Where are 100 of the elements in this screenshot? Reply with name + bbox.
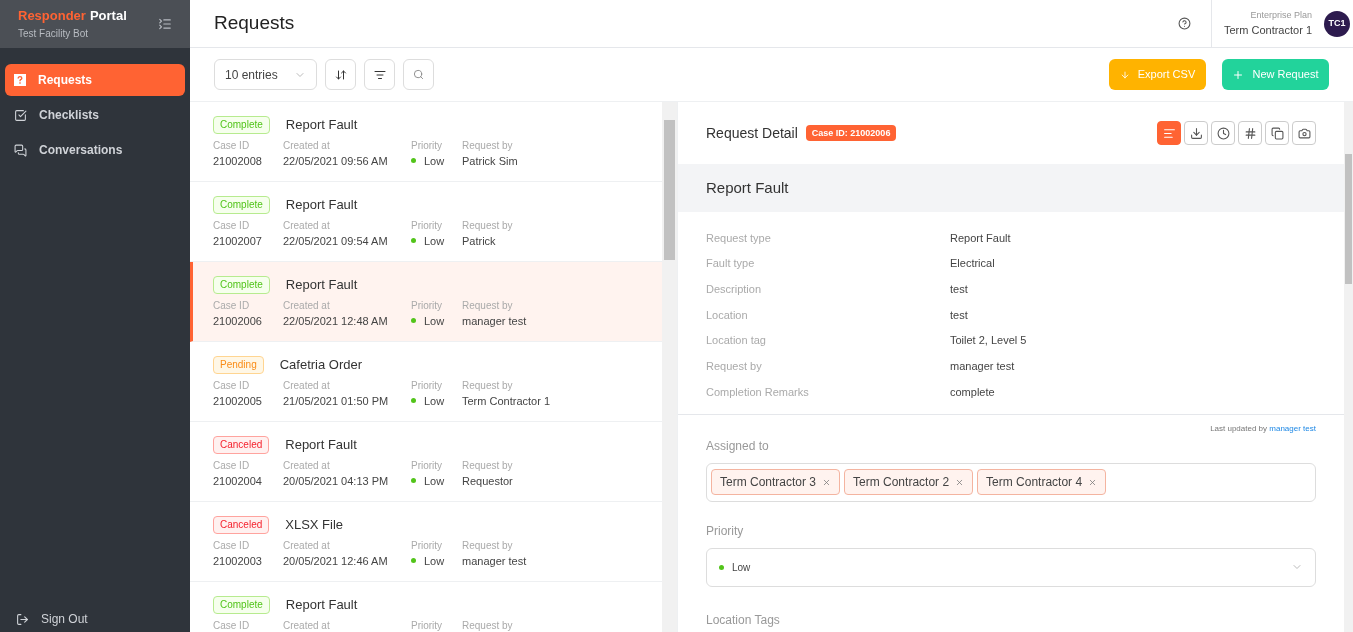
field-label: Request by — [462, 538, 513, 553]
field-label: Created at — [283, 218, 331, 233]
detail-heading: Report Fault — [706, 177, 789, 198]
clock-icon — [1216, 126, 1230, 140]
avatar[interactable]: TC1 — [1324, 10, 1350, 37]
checklist-icon — [14, 108, 27, 122]
last-updated-text: Last updated by manager test — [1210, 422, 1316, 435]
arrow-down-icon — [1119, 69, 1130, 80]
close-icon[interactable] — [1088, 477, 1098, 487]
created-at: 20/05/2021 12:46 AM — [283, 553, 389, 569]
field-label: Case ID — [213, 618, 251, 632]
detail-tab[interactable] — [1211, 121, 1235, 145]
priority-value: Low — [424, 153, 445, 169]
request-title: XLSX File — [285, 516, 344, 534]
search-icon — [413, 69, 424, 80]
requester: Patrick Sim — [462, 153, 518, 169]
close-icon[interactable] — [955, 477, 965, 487]
plan-label: Enterprise Plan — [1250, 8, 1312, 22]
status-badge: Complete — [213, 195, 270, 214]
field-label: Assigned to — [706, 437, 770, 455]
field-label: Request by — [462, 378, 513, 393]
field-label: Request by — [462, 298, 513, 313]
search-button[interactable] — [403, 59, 434, 90]
request-title: Report Fault — [285, 596, 358, 614]
case-id: 21002006 — [213, 313, 263, 329]
request-row[interactable]: Complete Report Fault Case ID Created at Priority Request by 21002006 22/05/2021 12:48 AM Low manager test — [190, 262, 662, 342]
sort-button[interactable] — [325, 59, 356, 90]
field-label: Location Tags — [706, 611, 781, 629]
bot-name: Test Facility Bot — [18, 26, 90, 41]
filter-button[interactable] — [364, 59, 395, 90]
field-label: Request by — [462, 138, 513, 153]
case-id: 21002004 — [213, 473, 263, 489]
priority-value: Low — [424, 313, 445, 329]
detail-title: Request Detail — [706, 123, 798, 143]
created-at: 22/05/2021 09:56 AM — [283, 153, 389, 169]
collapse-icon[interactable] — [158, 17, 172, 31]
user-link[interactable]: manager test — [1269, 423, 1316, 433]
field-value: manager test — [950, 359, 1015, 375]
copy-icon — [1270, 126, 1284, 140]
field-label: Priority — [706, 522, 745, 540]
status-badge: Pending — [213, 355, 264, 374]
status-badge: Canceled — [213, 435, 270, 454]
field-value: test — [950, 281, 968, 297]
requester: Patrick — [462, 233, 496, 249]
nav-item[interactable]: Checklists — [5, 99, 185, 131]
case-id: 21002003 — [213, 553, 263, 569]
priority-value: Low — [732, 560, 751, 575]
sign-out-button[interactable]: Sign Out — [12, 610, 92, 628]
field-label: Request by — [706, 359, 763, 375]
field-label: Priority — [411, 218, 444, 233]
camera-icon — [1297, 126, 1311, 140]
assignee-tag[interactable]: Term Contractor 2 — [844, 469, 974, 496]
detail-tab[interactable] — [1238, 121, 1262, 145]
entries-select[interactable]: 10 entries — [214, 59, 317, 90]
assignee-tag[interactable]: Term Contractor 4 — [977, 469, 1107, 496]
assignee-tag[interactable]: Term Contractor 3 — [711, 469, 841, 496]
field-label: Created at — [283, 538, 331, 553]
requester: manager test — [462, 313, 527, 329]
help-icon[interactable] — [1177, 17, 1191, 30]
assignee-field[interactable]: Term Contractor 3 Term Contractor 2 Term Contractor 4 — [706, 462, 1316, 502]
close-icon[interactable] — [822, 477, 832, 487]
case-id: 21002008 — [213, 153, 263, 169]
user-name: Term Contractor 1 — [1223, 23, 1312, 38]
filter-icon — [373, 68, 386, 81]
created-at: 22/05/2021 12:48 AM — [283, 313, 389, 329]
case-id-badge: Case ID: 21002006 — [805, 125, 897, 141]
field-label: Case ID — [213, 538, 251, 553]
case-id: 21002007 — [213, 233, 263, 249]
requester: Term Contractor 1 — [462, 393, 551, 409]
field-label: Priority — [411, 298, 444, 313]
page-title: Requests — [214, 11, 295, 36]
field-label: Priority — [411, 378, 444, 393]
request-title: Cafetria Order — [279, 356, 363, 374]
field-label: Location — [706, 307, 749, 323]
sort-icon — [334, 68, 347, 81]
brand-name: Responder — [18, 7, 86, 24]
status-badge: Complete — [213, 275, 270, 294]
field-label: Request by — [462, 618, 513, 632]
field-label: Created at — [283, 138, 331, 153]
case-id: 21002005 — [213, 393, 263, 409]
detail-tab[interactable] — [1292, 121, 1316, 145]
field-value: complete — [950, 384, 995, 400]
hash-icon — [1243, 126, 1257, 140]
field-label: Priority — [411, 458, 444, 473]
field-value: Report Fault — [950, 230, 1011, 246]
field-label: Request type — [706, 230, 772, 246]
field-label: Fault type — [706, 256, 756, 272]
field-label: Case ID — [213, 458, 251, 473]
field-label: Case ID — [213, 298, 251, 313]
detail-tab[interactable] — [1184, 121, 1208, 145]
chat-icon — [14, 143, 27, 157]
request-title: Report Fault — [285, 116, 358, 134]
detail-tab[interactable] — [1265, 121, 1289, 145]
field-label: Created at — [283, 378, 331, 393]
download-icon — [1189, 126, 1203, 140]
priority-value: Low — [424, 393, 445, 409]
priority-select[interactable]: Low — [706, 547, 1316, 587]
field-label: Case ID — [213, 218, 251, 233]
nav-item[interactable]: Conversations — [5, 134, 185, 166]
field-label: Priority — [411, 138, 444, 153]
